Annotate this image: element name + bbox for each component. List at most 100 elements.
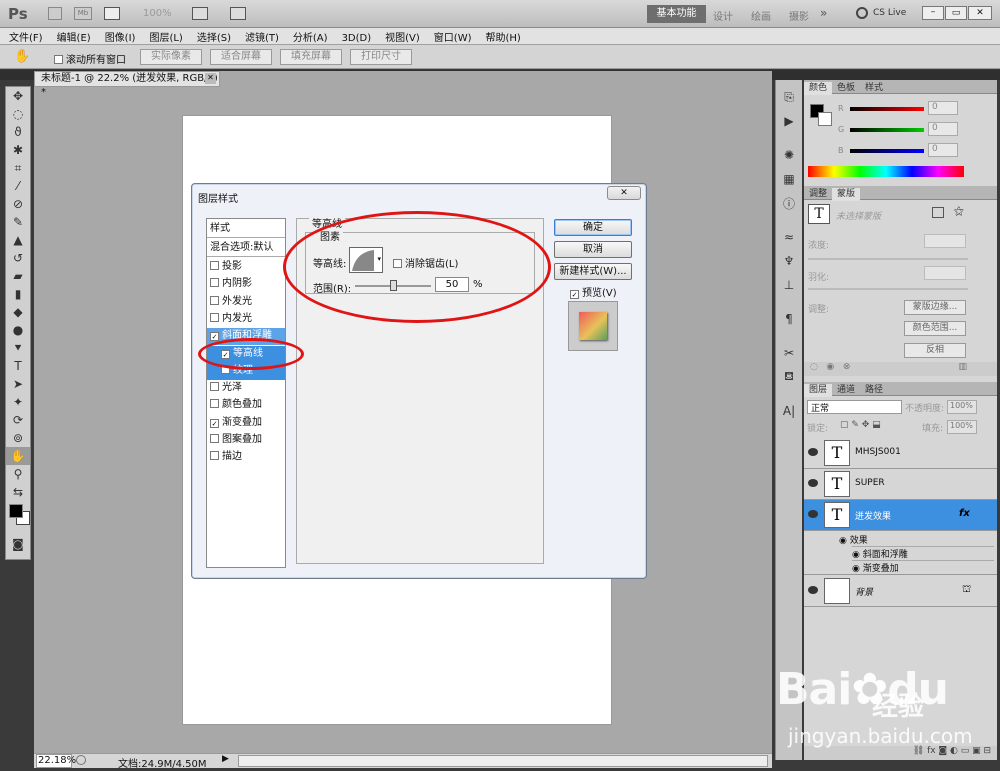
menu-file[interactable]: 文件(F) (0, 28, 48, 44)
menu-image[interactable]: 图像(I) (96, 28, 141, 44)
minimize-button[interactable]: – (922, 6, 944, 20)
info-icon[interactable]: ⓘ (777, 194, 801, 212)
dialog-close-button[interactable]: ✕ (607, 186, 641, 200)
tool-presets-icon[interactable]: ⊥ (777, 276, 801, 294)
crop-tool-icon[interactable]: ⌗ (6, 159, 30, 177)
workspace-painting[interactable]: 绘画 (751, 8, 771, 23)
slider-r[interactable] (850, 107, 924, 111)
preview-option[interactable]: ✓ 预览(V) (570, 284, 617, 299)
panel-background-color[interactable] (818, 112, 832, 126)
brushes-icon[interactable]: ≈ (777, 228, 801, 246)
style-item[interactable]: 投影 (207, 259, 285, 276)
lock-icons[interactable]: ▢ ✎ ✥ ⬓ (840, 420, 881, 430)
style-item[interactable]: 颜色叠加 (207, 397, 285, 414)
feather-slider[interactable] (808, 288, 968, 290)
zoom-level[interactable]: 100% (143, 8, 172, 19)
value-r[interactable]: 0 (928, 101, 958, 115)
color-swatches[interactable] (6, 501, 30, 535)
layer-row[interactable]: T SUPER (804, 469, 997, 500)
menu-filter[interactable]: 滤镜(T) (236, 28, 284, 44)
type-tool-icon[interactable]: T (6, 357, 30, 375)
zoom-tool-icon[interactable]: ⚲ (6, 465, 30, 483)
style-item[interactable]: ✓ 渐变叠加 (207, 415, 285, 432)
style-checkbox[interactable] (210, 278, 219, 288)
workspace-design[interactable]: 设计 (713, 8, 733, 23)
style-item[interactable]: 内发光 (207, 311, 285, 328)
lasso-tool-icon[interactable]: ϑ (6, 123, 30, 141)
mask-edge-button[interactable]: 蒙版边缘... (904, 300, 966, 315)
hand-tool-active-icon[interactable]: ✋ (6, 447, 30, 465)
close-button[interactable]: ✕ (968, 6, 992, 20)
more-workspaces-icon[interactable]: » (820, 6, 827, 20)
color-range-button[interactable]: 颜色范围... (904, 321, 966, 336)
restore-button[interactable]: ▭ (945, 6, 967, 20)
navigator-icon[interactable]: ✺ (777, 146, 801, 164)
layer-row-selected[interactable]: T 迸发效果 fx (804, 500, 997, 531)
tab-adjustments[interactable]: 调整 (804, 188, 832, 201)
effect-item[interactable]: ◉ 斜面和浮雕 (852, 546, 994, 560)
cancel-button[interactable]: 取消 (554, 241, 632, 258)
style-checkbox[interactable] (210, 295, 219, 305)
hand-tool-icon[interactable]: ✋ (14, 49, 30, 64)
eyedropper-icon[interactable]: ⁄ (6, 177, 30, 195)
animation-icon[interactable]: ⛾ (777, 368, 801, 386)
eraser-tool-icon[interactable]: ▰ (6, 267, 30, 285)
menu-window[interactable]: 窗口(W) (425, 28, 477, 44)
fit-screen-button[interactable]: 适合屏幕 (210, 49, 272, 65)
blend-options-item[interactable]: 混合选项:默认 (207, 240, 285, 257)
menu-view[interactable]: 视图(V) (376, 28, 425, 44)
shape-tool-icon[interactable]: ✦ (6, 393, 30, 411)
ok-button[interactable]: 确定 (554, 219, 632, 236)
style-item[interactable]: 内阴影 (207, 276, 285, 293)
status-zoom[interactable]: 22.18% (36, 754, 76, 768)
visibility-icon[interactable] (808, 510, 818, 518)
style-checkbox[interactable] (210, 451, 219, 461)
style-item[interactable]: 外发光 (207, 294, 285, 311)
layers-footer[interactable]: ⛓ fx ◙ ◐ ▭ ▣ ⊟ (804, 746, 997, 760)
screen-mode-icon[interactable] (230, 7, 246, 20)
marquee-tool-icon[interactable]: ◌ (6, 105, 30, 123)
fx-icon[interactable]: fx (959, 508, 970, 519)
cslive-icon[interactable] (856, 7, 868, 19)
tab-color[interactable]: 颜色 (804, 82, 833, 95)
scroll-all-checkbox[interactable] (54, 55, 63, 64)
healing-brush-icon[interactable]: ⊘ (6, 195, 30, 213)
actual-pixels-button[interactable]: 实际像素 (140, 49, 202, 65)
menu-layer[interactable]: 图层(L) (140, 28, 187, 44)
scroll-all-option[interactable]: 滚动所有窗口 (54, 51, 126, 66)
tab-channels[interactable]: 通道 (832, 384, 860, 397)
history-icon[interactable]: ⎘ (777, 88, 801, 106)
print-size-button[interactable]: 打印尺寸 (350, 49, 412, 65)
value-b[interactable]: 0 (928, 143, 958, 157)
pen-tool-icon[interactable]: ⯆ (6, 339, 30, 357)
feather-input[interactable] (924, 266, 966, 280)
blur-tool-icon[interactable]: ◆ (6, 303, 30, 321)
menu-edit[interactable]: 编辑(E) (48, 28, 96, 44)
bridge-icon[interactable] (48, 7, 62, 20)
menu-3d[interactable]: 3D(D) (333, 32, 377, 44)
character-icon[interactable]: A| (777, 402, 801, 420)
horizontal-scrollbar[interactable] (238, 755, 768, 767)
fill-input[interactable]: 100% (947, 420, 977, 434)
style-checkbox[interactable] (210, 434, 219, 443)
style-item[interactable]: 图案叠加 (207, 432, 285, 449)
style-item[interactable]: 描边 (207, 449, 285, 466)
color-spectrum[interactable] (808, 166, 964, 177)
cslive-label[interactable]: CS Live (873, 8, 906, 18)
style-checkbox[interactable] (210, 261, 219, 270)
dodge-tool-icon[interactable]: ● (6, 321, 30, 339)
paragraph-icon[interactable]: ¶ (777, 310, 801, 328)
new-style-button[interactable]: 新建样式(W)... (554, 263, 632, 280)
history-brush-icon[interactable]: ↺ (6, 249, 30, 267)
stamp-tool-icon[interactable]: ▲ (6, 231, 30, 249)
value-g[interactable]: 0 (928, 122, 958, 136)
blend-mode-select[interactable]: 正常 (807, 400, 902, 414)
view-extras-icon[interactable] (104, 7, 120, 20)
style-item[interactable]: 光泽 (207, 380, 285, 397)
style-checkbox[interactable] (210, 312, 219, 322)
visibility-icon[interactable] (808, 586, 818, 594)
menu-help[interactable]: 帮助(H) (477, 28, 526, 44)
3d-rotate-icon[interactable]: ⟳ (6, 411, 30, 429)
tab-masks[interactable]: 蒙版 (832, 188, 861, 201)
menu-analysis[interactable]: 分析(A) (284, 28, 333, 44)
